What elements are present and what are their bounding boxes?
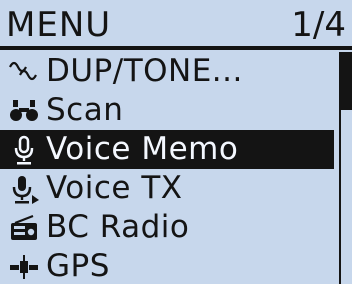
menu-item-label: Voice Memo bbox=[46, 131, 239, 167]
menu-item-voice-memo[interactable]: Voice Memo bbox=[0, 130, 334, 169]
header-divider bbox=[0, 46, 352, 50]
radio-icon bbox=[8, 213, 40, 243]
menu-item-label: Voice TX bbox=[46, 170, 183, 206]
dup-tone-icon bbox=[8, 57, 40, 87]
microphone-icon bbox=[8, 134, 40, 166]
menu-item-bc-radio[interactable]: BC Radio bbox=[0, 208, 334, 247]
menu-header: MENU 1/4 bbox=[0, 0, 352, 50]
scrollbar-thumb[interactable] bbox=[341, 52, 352, 110]
menu-item-scan[interactable]: Scan bbox=[0, 91, 334, 130]
menu-screen: MENU 1/4 DUP/TONE... Scan Voice Memo Voi… bbox=[0, 0, 352, 284]
voice-tx-icon bbox=[8, 173, 40, 205]
menu-title: MENU bbox=[6, 5, 112, 45]
menu-item-label: Scan bbox=[46, 92, 124, 128]
menu-item-label: BC Radio bbox=[46, 209, 190, 245]
menu-item-label: GPS bbox=[46, 248, 110, 284]
menu-item-dup-tone[interactable]: DUP/TONE... bbox=[0, 52, 334, 91]
satellite-icon bbox=[8, 252, 40, 282]
scrollbar[interactable] bbox=[339, 52, 352, 284]
page-indicator: 1/4 bbox=[291, 5, 346, 45]
menu-item-gps[interactable]: GPS bbox=[0, 247, 334, 284]
menu-item-label: DUP/TONE... bbox=[46, 53, 243, 89]
menu-item-voice-tx[interactable]: Voice TX bbox=[0, 169, 334, 208]
menu-list: DUP/TONE... Scan Voice Memo Voice TX BC … bbox=[0, 52, 334, 284]
binoculars-icon bbox=[8, 96, 40, 126]
